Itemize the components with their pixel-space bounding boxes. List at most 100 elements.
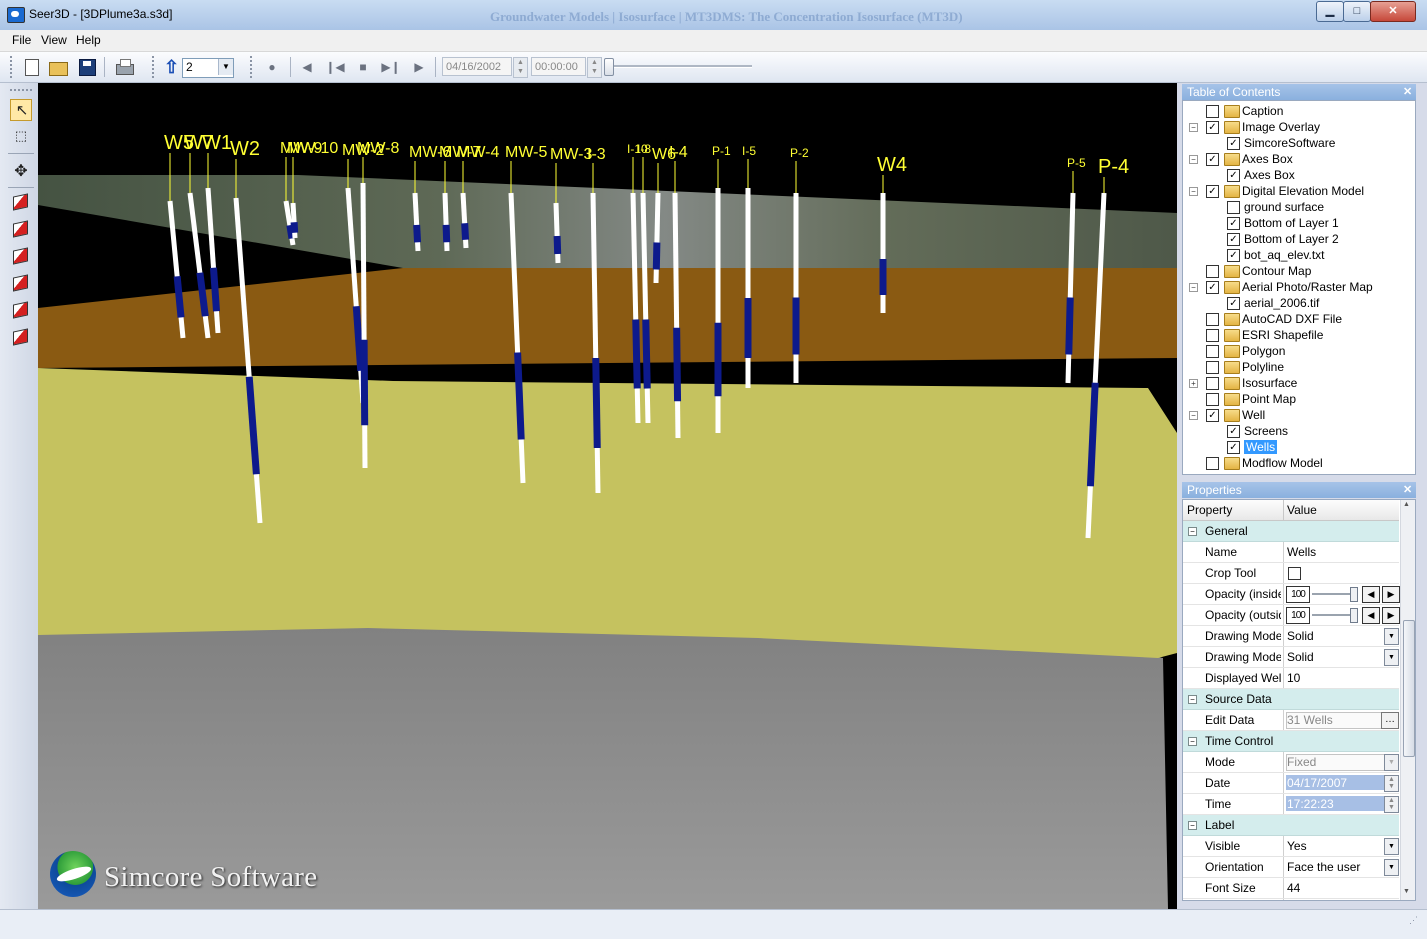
collapse-icon[interactable]: − (1188, 737, 1197, 746)
toc-checkbox[interactable]: ✓ (1206, 281, 1219, 294)
toc-checkbox[interactable] (1206, 457, 1219, 470)
collapse-icon[interactable]: − (1188, 527, 1197, 536)
toc-checkbox[interactable]: ✓ (1227, 297, 1240, 310)
time-slider-track[interactable] (612, 65, 752, 68)
property-row[interactable]: Mode Fixed ▼ (1183, 752, 1399, 773)
collapse-icon[interactable]: − (1188, 821, 1197, 830)
property-value-cell[interactable]: 04/17/2007 ▲ ▼ (1283, 773, 1400, 793)
property-row[interactable]: Edit Data 31 Wells… (1183, 710, 1399, 731)
property-value-cell[interactable]: 17:22:23 ▲ ▼ (1283, 794, 1400, 814)
opacity-value-box[interactable]: 100 (1286, 607, 1310, 624)
scroll-down-icon[interactable]: ▼ (1403, 888, 1410, 895)
property-row[interactable]: Name Wells (1183, 542, 1399, 563)
opacity-value-box[interactable]: 100 (1286, 586, 1310, 603)
toc-checkbox[interactable]: ✓ (1206, 185, 1219, 198)
toc-checkbox[interactable]: ✓ (1206, 409, 1219, 422)
property-value-cell[interactable]: Wells (1283, 542, 1400, 562)
toc-checkbox[interactable] (1227, 201, 1240, 214)
increase-arrow-icon[interactable]: ▶ (1382, 586, 1400, 603)
decrease-arrow-icon[interactable]: ◀ (1362, 586, 1380, 603)
property-value-cell[interactable]: Solid ▼ (1283, 626, 1400, 646)
properties-scrollbar[interactable]: ▲ ▼ (1400, 500, 1415, 900)
select-tool-button[interactable]: ↖ (10, 99, 32, 121)
collapse-icon[interactable]: − (1188, 695, 1197, 704)
chevron-down-icon[interactable]: ▼ (1384, 838, 1399, 855)
toc-item[interactable]: Modflow Model (1183, 455, 1415, 471)
toc-item[interactable]: − ✓ Digital Elevation Model (1183, 183, 1415, 199)
opacity-slider-thumb[interactable] (1350, 587, 1358, 602)
collapse-icon[interactable]: − (1189, 283, 1198, 292)
toc-checkbox[interactable] (1206, 393, 1219, 406)
expand-icon[interactable]: + (1189, 379, 1198, 388)
property-group[interactable]: − General (1183, 521, 1399, 542)
view-top-button[interactable] (10, 191, 32, 213)
property-value-cell[interactable]: Fixed ▼ (1283, 752, 1400, 772)
toolbar-grip[interactable] (152, 56, 157, 78)
print-button[interactable] (114, 57, 134, 77)
property-value-cell[interactable] (1283, 563, 1400, 583)
chevron-down-icon[interactable]: ▼ (1384, 628, 1399, 645)
property-value-cell[interactable]: Solid ▼ (1283, 647, 1400, 667)
toc-checkbox[interactable]: ✓ (1227, 441, 1240, 454)
toc-item[interactable]: Caption (1183, 103, 1415, 119)
toc-item[interactable]: + Isosurface (1183, 375, 1415, 391)
opacity-slider-thumb[interactable] (1350, 608, 1358, 623)
opacity-slider-track[interactable] (1312, 614, 1354, 616)
collapse-icon[interactable]: − (1189, 187, 1198, 196)
property-row[interactable]: Visible Yes ▼ (1183, 836, 1399, 857)
toc-checkbox[interactable] (1206, 329, 1219, 342)
toc-item[interactable]: ✓ bot_aq_elev.txt (1183, 247, 1415, 263)
view-back-button[interactable] (10, 272, 32, 294)
toc-item[interactable]: Polygon (1183, 343, 1415, 359)
collapse-icon[interactable]: − (1189, 411, 1198, 420)
chevron-down-icon[interactable]: ▼ (1384, 649, 1399, 666)
toc-item[interactable]: Point Map (1183, 391, 1415, 407)
crop-tool-checkbox[interactable] (1288, 567, 1301, 580)
toc-item[interactable]: − ✓ Image Overlay (1183, 119, 1415, 135)
spin-arrows-icon[interactable]: ▲ ▼ (1384, 796, 1399, 813)
toc-checkbox[interactable]: ✓ (1227, 137, 1240, 150)
property-value-cell[interactable]: 37 (1283, 899, 1400, 900)
zoom-extents-button[interactable]: ✥ (10, 161, 32, 183)
minimize-button[interactable]: ▁ (1316, 1, 1344, 22)
box-select-tool-button[interactable]: ⬚ (10, 125, 32, 147)
time-spinner[interactable]: ▲ ▼ (587, 57, 602, 78)
menu-help[interactable]: Help (76, 33, 101, 47)
save-button[interactable] (77, 57, 97, 77)
toolbar-grip[interactable] (250, 56, 255, 78)
toc-close-icon[interactable]: ✕ (1403, 85, 1412, 98)
collapse-icon[interactable]: − (1189, 123, 1198, 132)
spin-arrows-icon[interactable]: ▲ ▼ (1384, 775, 1399, 792)
chevron-down-icon[interactable]: ▼ (1384, 754, 1399, 771)
toc-item[interactable]: ground surface (1183, 199, 1415, 215)
date-field[interactable]: 04/16/2002 (442, 57, 512, 76)
toc-checkbox[interactable]: ✓ (1227, 425, 1240, 438)
toc-item[interactable]: ESRI Shapefile (1183, 327, 1415, 343)
step-back-button[interactable]: ❙◀ (325, 57, 345, 77)
property-value-cell[interactable]: 100 ◀ ▶ (1283, 584, 1400, 604)
time-slider-thumb[interactable] (604, 58, 614, 76)
property-group[interactable]: − Source Data (1183, 689, 1399, 710)
property-group[interactable]: − Time Control (1183, 731, 1399, 752)
toc-item[interactable]: ✓ aerial_2006.tif (1183, 295, 1415, 311)
toc-item[interactable]: Contour Map (1183, 263, 1415, 279)
properties-scroll-thumb[interactable] (1403, 620, 1415, 757)
scroll-up-icon[interactable]: ▲ (1403, 501, 1410, 508)
menu-view[interactable]: View (41, 33, 67, 47)
property-value-cell[interactable]: 10 (1283, 668, 1400, 688)
record-button[interactable]: ● (262, 57, 282, 77)
property-value-cell[interactable]: 31 Wells… (1283, 710, 1400, 730)
toc-item[interactable]: − ✓ Axes Box (1183, 151, 1415, 167)
toc-checkbox[interactable] (1206, 313, 1219, 326)
toc-checkbox[interactable] (1206, 265, 1219, 278)
property-row[interactable]: Date 04/17/2007 ▲ ▼ (1183, 773, 1399, 794)
open-file-button[interactable] (48, 57, 68, 77)
increase-arrow-icon[interactable]: ▶ (1382, 607, 1400, 624)
view-side-button[interactable] (10, 245, 32, 267)
property-group[interactable]: − Label (1183, 815, 1399, 836)
time-field[interactable]: 00:00:00 (531, 57, 586, 76)
decrease-arrow-icon[interactable]: ◀ (1362, 607, 1380, 624)
stop-button[interactable]: ■ (353, 57, 373, 77)
toc-item[interactable]: AutoCAD DXF File (1183, 311, 1415, 327)
property-row[interactable]: Drawing Mode (Solid ▼ (1183, 626, 1399, 647)
